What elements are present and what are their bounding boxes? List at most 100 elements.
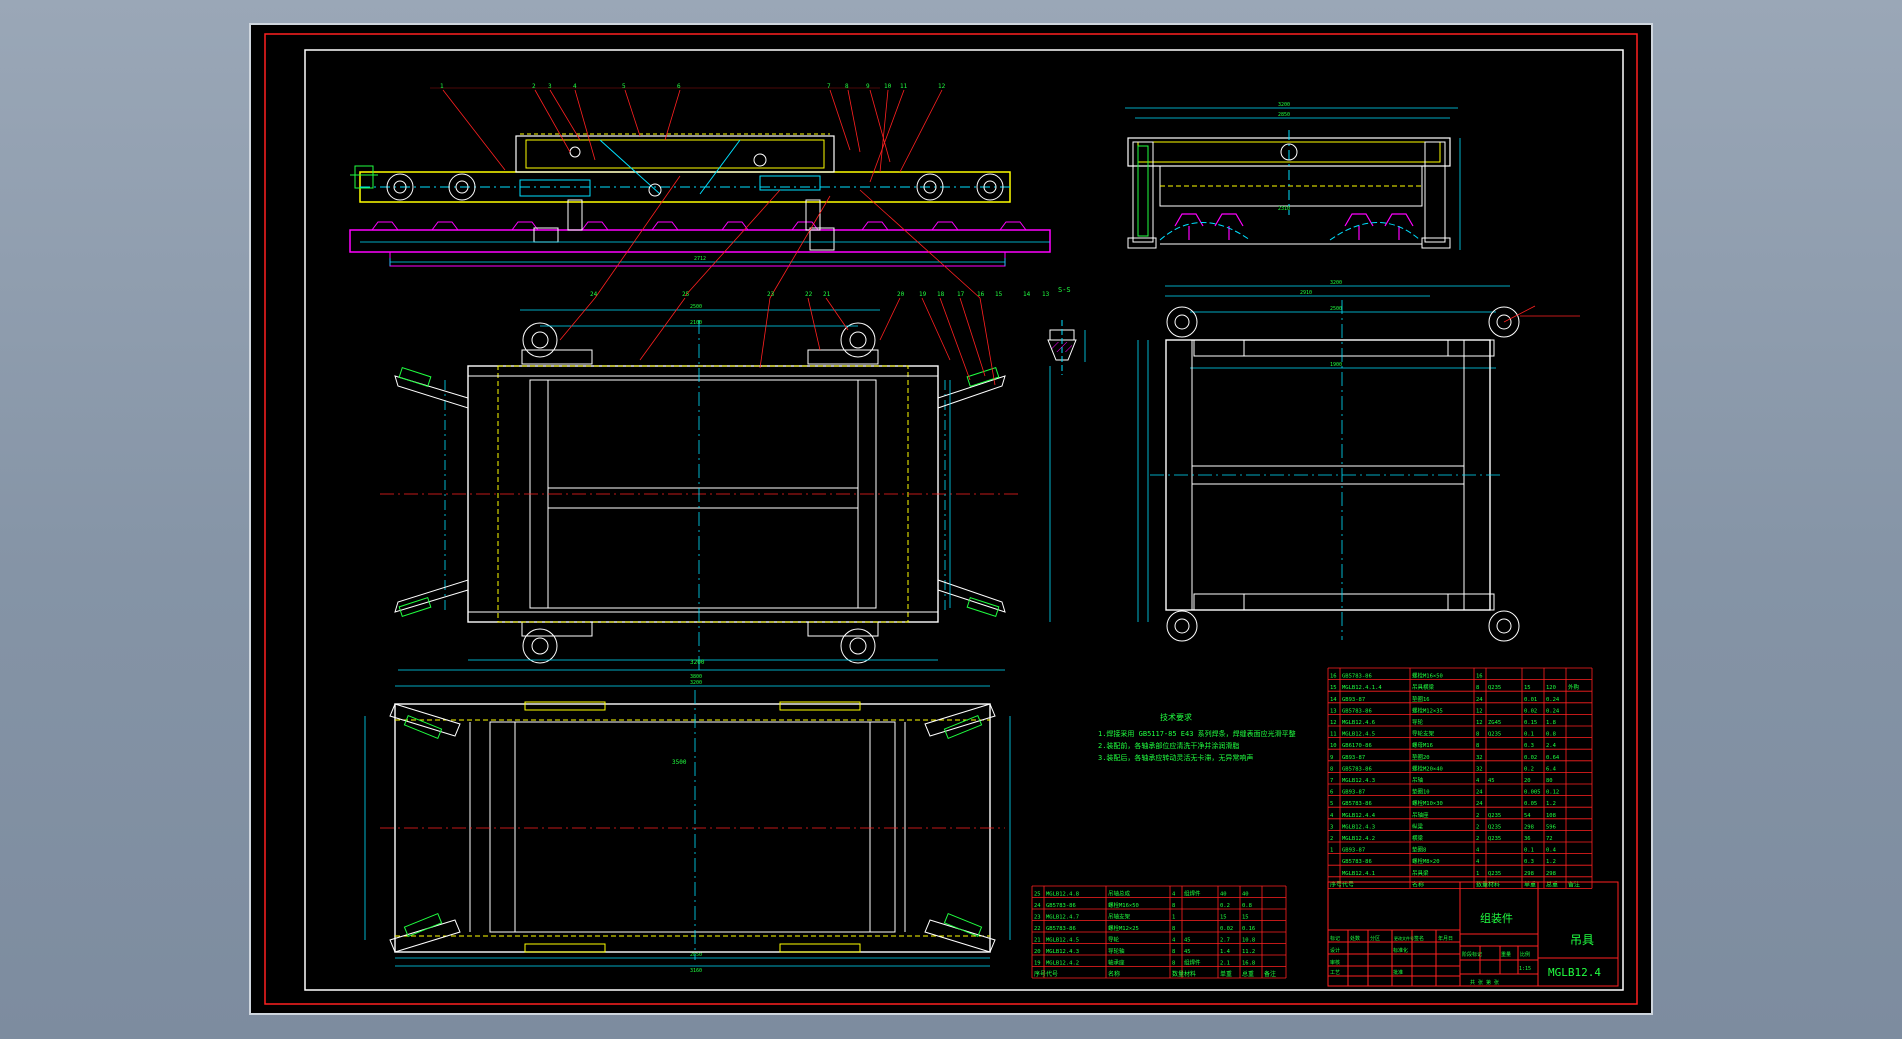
svg-text:2850: 2850 <box>690 952 702 958</box>
svg-text:签名: 签名 <box>1414 935 1424 942</box>
bom-left-cell: 导轮轴 <box>1108 947 1125 955</box>
svg-text:1900: 1900 <box>1330 362 1342 368</box>
bom-right-cell: 垫圈10 <box>1412 788 1430 796</box>
bom-right-cell: 0.3 <box>1524 743 1534 749</box>
bom-right-cell: 24 <box>1476 697 1483 703</box>
bom-right-cell: GB5783-86 <box>1342 801 1372 807</box>
bom-left-cell: 组焊件 <box>1184 890 1201 898</box>
bom-left-cell: 0.8 <box>1242 903 1252 909</box>
svg-text:21: 21 <box>823 291 831 298</box>
bom-right-cell: 8 <box>1476 732 1479 738</box>
bom-left-cell: MGLB12.4.5 <box>1046 938 1079 944</box>
bom-right-cell: 11 <box>1330 732 1337 738</box>
bom-right-cell: 螺栓M12×35 <box>1412 706 1443 714</box>
bom-right-cell: 垫圈16 <box>1412 695 1430 703</box>
svg-text:分区: 分区 <box>1370 935 1380 942</box>
svg-text:11: 11 <box>900 83 908 90</box>
bom-right-cell: 导轮支架 <box>1412 730 1435 738</box>
bom-right-cell: Q235 <box>1488 813 1501 819</box>
bom-right-cell: 3 <box>1330 824 1333 830</box>
bom-right-cell: 20 <box>1524 778 1531 784</box>
svg-text:3160: 3160 <box>690 968 702 974</box>
bom-right-cell: 0.64 <box>1546 755 1560 761</box>
bom-right-cell: 2 <box>1476 836 1479 842</box>
svg-text:2500: 2500 <box>690 304 702 310</box>
bom-right-cell: 0.8 <box>1546 732 1556 738</box>
bom-left-cell: MGLB12.4.2 <box>1046 961 1079 967</box>
svg-text:23: 23 <box>767 291 775 298</box>
svg-text:2500: 2500 <box>1330 306 1342 312</box>
bom-right-cell: 32 <box>1476 766 1483 772</box>
bom-right-cell: 24 <box>1476 801 1483 807</box>
svg-text:9: 9 <box>866 83 870 90</box>
bom-right-cell: 0.02 <box>1524 755 1537 761</box>
bom-left-cell: 19 <box>1034 961 1041 967</box>
bom-left-cell: GB5783-86 <box>1046 926 1076 932</box>
bom-right-cell: 螺栓M20×40 <box>1412 764 1443 772</box>
svg-text:更改文件号: 更改文件号 <box>1394 935 1414 941</box>
bom-right-cell: GB93-87 <box>1342 848 1365 854</box>
bom-right-cell: 0.1 <box>1524 848 1534 854</box>
bom-left-cell: 40 <box>1220 892 1227 898</box>
bom-right-cell: 54 <box>1524 813 1531 819</box>
bom-right-cell: GB5783-86 <box>1342 674 1372 680</box>
bom-left-cell: MGLB12.4.7 <box>1046 915 1079 921</box>
bom-left-cell: 1 <box>1172 915 1175 921</box>
bom-left-cell: 23 <box>1034 915 1041 921</box>
bom-right-cell: GB5783-86 <box>1342 708 1372 714</box>
svg-text:重量: 重量 <box>1501 951 1511 958</box>
svg-text:1:15: 1:15 <box>1519 966 1531 972</box>
svg-text:10: 10 <box>884 83 892 90</box>
bom-right-cell: GB5783-86 <box>1342 766 1372 772</box>
bom-left-header: 单重 <box>1220 970 1232 978</box>
svg-text:24: 24 <box>590 291 598 298</box>
svg-text:20: 20 <box>897 291 905 298</box>
bom-left-cell: 8 <box>1172 949 1175 955</box>
svg-text:3.装配后，各轴承应转动灵活无卡滞，无异常响声: 3.装配后，各轴承应转动灵活无卡滞，无异常响声 <box>1098 753 1253 762</box>
bom-right-cell: 1 <box>1476 871 1479 877</box>
svg-text:3: 3 <box>548 83 552 90</box>
bom-left-cell: 15 <box>1242 915 1249 921</box>
bom-left-header: 总重 <box>1242 970 1254 978</box>
bom-right-cell: 80 <box>1546 778 1553 784</box>
bom-right-cell: 8 <box>1476 743 1479 749</box>
svg-text:1.焊接采用 GB5117-85 E43 系列焊条，焊缝表面: 1.焊接采用 GB5117-85 E43 系列焊条，焊缝表面应光滑平整 <box>1098 729 1296 738</box>
bom-left-header: 代号 <box>1046 970 1058 978</box>
svg-text:2100: 2100 <box>690 320 702 326</box>
bom-left-cell: 24 <box>1034 903 1041 909</box>
bom-right-cell: 吊具横梁 <box>1412 683 1435 691</box>
bom-left-cell: GB5783-86 <box>1046 903 1076 909</box>
bom-right-cell: 12 <box>1476 708 1483 714</box>
bom-right-cell: 横梁 <box>1412 834 1424 842</box>
bom-right-cell: 螺母M16 <box>1412 741 1433 749</box>
bom-right-cell: 2 <box>1476 824 1479 830</box>
svg-text:组装件: 组装件 <box>1480 911 1513 925</box>
svg-text:处数: 处数 <box>1350 935 1360 942</box>
cad-viewport[interactable]: 2712 1 2 3 4 5 6 7 8 9 10 11 12 3200 285… <box>0 0 1902 1039</box>
bom-left-cell: 40 <box>1242 892 1249 898</box>
svg-text:工艺: 工艺 <box>1330 970 1340 976</box>
bom-right-cell: Q235 <box>1488 685 1501 691</box>
bom-right-cell: MGLB12.4.5 <box>1342 732 1375 738</box>
bom-right-cell: 298 <box>1546 871 1556 877</box>
svg-text:MGLB12.4: MGLB12.4 <box>1548 966 1601 979</box>
bom-right-cell: 1 <box>1330 848 1333 854</box>
svg-text:共 张 第 张: 共 张 第 张 <box>1470 979 1499 986</box>
bom-right-cell: MGLB12.4.2 <box>1342 836 1375 842</box>
bom-left-cell: 45 <box>1184 938 1191 944</box>
bom-right-cell: 8 <box>1476 685 1479 691</box>
bom-right-cell: 298 <box>1524 824 1534 830</box>
bom-right-cell: MGLB12.4.3 <box>1342 824 1375 830</box>
bom-left-cell: 15 <box>1220 915 1227 921</box>
bom-left-cell: 20 <box>1034 949 1041 955</box>
svg-text:13: 13 <box>1042 291 1050 298</box>
bom-right-cell: 2.4 <box>1546 743 1557 749</box>
svg-text:审核: 审核 <box>1330 959 1340 966</box>
svg-text:4: 4 <box>573 83 577 90</box>
bom-right-cell: 16 <box>1330 674 1337 680</box>
bom-right-cell: GB5783-86 <box>1342 859 1372 865</box>
bom-right-cell: 1.2 <box>1546 859 1556 865</box>
bom-right-cell: MGLB12.4.1.4 <box>1342 685 1382 691</box>
bom-left-cell: 45 <box>1184 949 1191 955</box>
svg-text:2910: 2910 <box>1300 290 1312 296</box>
